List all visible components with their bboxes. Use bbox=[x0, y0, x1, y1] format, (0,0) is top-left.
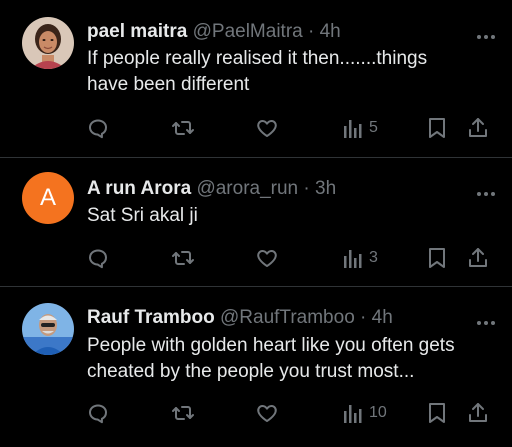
reply-icon[interactable] bbox=[86, 401, 110, 425]
tweet-card[interactable]: A A run Arora @arora_run · 3h Sat Sri ak… bbox=[0, 158, 512, 286]
share-icon[interactable] bbox=[466, 116, 490, 140]
timestamp[interactable]: 4h bbox=[320, 21, 341, 42]
views-count: 10 bbox=[369, 404, 387, 421]
bookmark-icon[interactable] bbox=[426, 116, 448, 140]
display-name[interactable]: pael maitra bbox=[87, 21, 187, 42]
like-icon[interactable] bbox=[255, 116, 279, 140]
timestamp[interactable]: 4h bbox=[372, 307, 393, 328]
separator-dot: · bbox=[360, 307, 367, 328]
user-handle[interactable]: @arora_run bbox=[196, 178, 298, 199]
more-icon[interactable] bbox=[476, 313, 496, 325]
views-icon[interactable] bbox=[342, 116, 364, 140]
tweet-text: People with golden heart like you often … bbox=[87, 335, 455, 382]
avatar[interactable]: A bbox=[22, 172, 74, 224]
action-bar: 5 bbox=[0, 116, 512, 140]
tweet-card[interactable]: pael maitra @PaelMaitra · 4h If people r… bbox=[0, 0, 512, 157]
tweet-text: Sat Sri akal ji bbox=[87, 205, 198, 226]
avatar[interactable] bbox=[22, 303, 74, 355]
tweet-header: A run Arora @arora_run · 3h bbox=[87, 176, 336, 202]
display-name[interactable]: A run Arora bbox=[87, 178, 191, 199]
reply-icon[interactable] bbox=[86, 116, 110, 140]
action-bar: 3 bbox=[0, 246, 512, 270]
tweet-header: Rauf Tramboo @RaufTramboo · 4h bbox=[87, 305, 393, 331]
tweet-header: pael maitra @PaelMaitra · 4h bbox=[87, 19, 341, 45]
separator-dot: · bbox=[303, 178, 310, 199]
bookmark-icon[interactable] bbox=[426, 401, 448, 425]
reply-icon[interactable] bbox=[86, 246, 110, 270]
retweet-icon[interactable] bbox=[171, 246, 195, 270]
more-icon[interactable] bbox=[476, 27, 496, 39]
views-icon[interactable] bbox=[342, 401, 364, 425]
action-bar: 10 bbox=[0, 401, 512, 425]
user-handle[interactable]: @PaelMaitra bbox=[193, 21, 303, 42]
more-icon[interactable] bbox=[476, 184, 496, 196]
share-icon[interactable] bbox=[466, 246, 490, 270]
bookmark-icon[interactable] bbox=[426, 246, 448, 270]
share-icon[interactable] bbox=[466, 401, 490, 425]
like-icon[interactable] bbox=[255, 401, 279, 425]
retweet-icon[interactable] bbox=[171, 116, 195, 140]
display-name[interactable]: Rauf Tramboo bbox=[87, 307, 215, 328]
timestamp[interactable]: 3h bbox=[315, 178, 336, 199]
views-count: 5 bbox=[369, 119, 378, 136]
retweet-icon[interactable] bbox=[171, 401, 195, 425]
separator-dot: · bbox=[308, 21, 315, 42]
tweet-text: If people really realised it then.......… bbox=[87, 48, 428, 95]
like-icon[interactable] bbox=[255, 246, 279, 270]
avatar[interactable] bbox=[22, 17, 74, 69]
timeline-feed: pael maitra @PaelMaitra · 4h If people r… bbox=[0, 0, 512, 447]
views-icon[interactable] bbox=[342, 246, 364, 270]
views-count: 3 bbox=[369, 249, 378, 266]
user-handle[interactable]: @RaufTramboo bbox=[220, 307, 355, 328]
tweet-card[interactable]: Rauf Tramboo @RaufTramboo · 4h People wi… bbox=[0, 287, 512, 447]
